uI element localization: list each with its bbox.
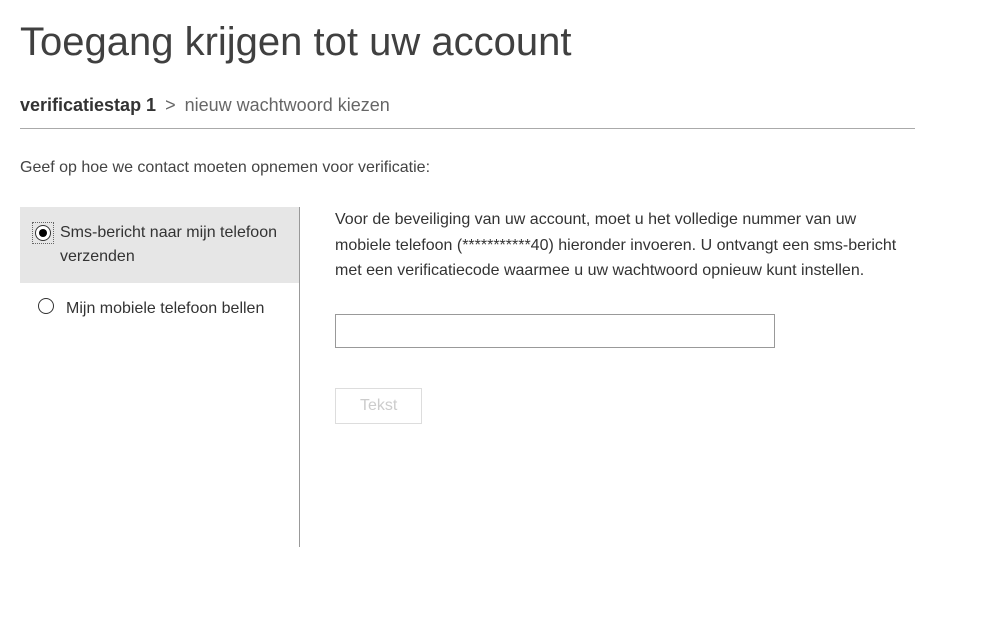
verification-description: Voor de beveiliging van uw account, moet… [335, 207, 900, 284]
phone-number-input[interactable] [335, 314, 775, 348]
breadcrumb-separator: > [165, 95, 176, 115]
breadcrumb-current-step: verificatiestap 1 [20, 95, 156, 115]
radio-icon [38, 298, 54, 314]
verification-detail-panel: Voor de beveiliging van uw account, moet… [300, 207, 920, 547]
radio-label-sms: Sms-bericht naar mijn telefoon verzenden [60, 221, 287, 269]
radio-label-call: Mijn mobiele telefoon bellen [66, 297, 264, 321]
breadcrumb: verificatiestap 1 > nieuw wachtwoord kie… [20, 95, 915, 129]
send-text-button[interactable]: Tekst [335, 388, 422, 424]
radio-option-sms[interactable]: Sms-bericht naar mijn telefoon verzenden [20, 207, 299, 283]
radio-option-call[interactable]: Mijn mobiele telefoon bellen [20, 283, 299, 335]
verification-method-panel: Sms-bericht naar mijn telefoon verzenden… [20, 207, 300, 547]
breadcrumb-next-step: nieuw wachtwoord kiezen [185, 95, 390, 115]
instructions-text: Geef op hoe we contact moeten opnemen vo… [20, 159, 983, 177]
radio-icon [32, 222, 54, 244]
content-row: Sms-bericht naar mijn telefoon verzenden… [20, 207, 983, 547]
page-title: Toegang krijgen tot uw account [20, 20, 983, 65]
